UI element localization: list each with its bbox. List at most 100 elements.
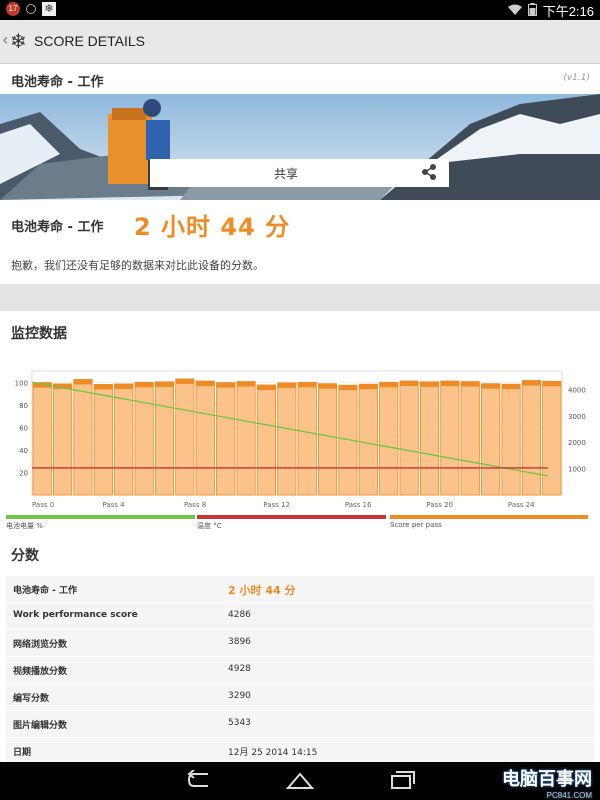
score-bar-cap <box>542 381 561 387</box>
score-bar-cap <box>399 381 419 387</box>
notice-text: 抱歉，我们还没有足够的数据来对比此设备的分数。 <box>11 259 264 272</box>
score-bar <box>419 381 440 496</box>
row-label: 图片编辑分数 <box>13 721 68 731</box>
back-chevron-icon[interactable]: ‹ <box>2 30 8 49</box>
result-row: 电池寿命 - 工作 2 小时 44 分 <box>0 200 600 247</box>
score-bar-cap <box>216 382 235 388</box>
share-label: 共享 <box>273 167 298 181</box>
score-bar-cap <box>298 382 317 388</box>
score-bar <box>501 383 521 496</box>
row-value: 4286 <box>228 610 251 620</box>
nav-back-icon[interactable] <box>186 769 214 795</box>
score-bar-cap <box>379 382 398 388</box>
right-axis-tick: 1000 <box>568 466 586 474</box>
row-label: 编写分数 <box>13 694 50 704</box>
legend-battery-bar <box>6 515 195 519</box>
result-label: 电池寿命 - 工作 <box>11 220 104 235</box>
score-bar <box>154 381 175 496</box>
score-bar-cap <box>359 384 378 390</box>
result-value: 2 小时 44 分 <box>134 213 291 241</box>
right-axis-tick: 3000 <box>568 413 586 421</box>
app-snowflake-icon: ❄ <box>42 2 56 16</box>
x-axis-tick: Pass 4 <box>102 501 125 509</box>
score-bar-cap <box>481 383 500 389</box>
score-bar <box>195 380 215 496</box>
score-bar <box>542 380 562 496</box>
scores-title: 分数 <box>11 548 39 564</box>
score-bar-cap <box>257 384 276 390</box>
x-axis-tick: Pass 16 <box>345 501 372 509</box>
score-bar <box>297 381 317 496</box>
score-bar <box>521 380 542 496</box>
wifi-icon <box>507 3 522 18</box>
scores-table: 电池寿命 - 工作 2 小时 44 分 Work performance sco… <box>6 575 594 764</box>
score-bar <box>481 383 501 496</box>
score-bar <box>399 380 419 496</box>
left-axis-tick: 40 <box>19 447 28 455</box>
score-bar-cap <box>236 381 256 387</box>
score-bar-cap <box>94 384 113 390</box>
score-bar-cap <box>420 381 439 387</box>
table-row: Work performance score 4286 <box>6 602 594 629</box>
score-bar <box>32 382 52 496</box>
score-bar-cap <box>277 382 296 388</box>
status-bar: 17 ❄ 下午2:16 <box>0 0 600 20</box>
table-row: 视频播放分数 4928 <box>6 656 594 683</box>
score-bar-cap <box>522 380 541 386</box>
score-bar <box>175 378 195 496</box>
x-axis-tick: Pass 20 <box>426 501 453 509</box>
legend-score-bar <box>390 515 588 519</box>
notification-badge: 17 <box>6 2 20 16</box>
watermark-url: PC841.COM <box>546 791 592 800</box>
table-row: 图片编辑分数 5343 <box>6 710 594 737</box>
score-bar-cap <box>501 384 521 390</box>
score-bar-cap <box>338 385 358 391</box>
score-bar <box>317 383 338 496</box>
score-bar-cap <box>73 379 93 385</box>
nav-bar: 电脑百事网 PC841.COM <box>0 762 600 800</box>
share-icon <box>421 164 437 184</box>
right-axis-tick: 4000 <box>568 386 586 394</box>
row-value: 12月 25 2014 14:15 <box>228 748 318 758</box>
legend-battery-label: 电池电量 % <box>6 522 43 530</box>
test-title: 电池寿命 - 工作 <box>11 75 104 90</box>
score-bar-cap <box>114 383 133 389</box>
score-bar <box>440 380 460 496</box>
notice-row: 抱歉，我们还没有足够的数据来对比此设备的分数。 <box>0 246 600 284</box>
battery-icon <box>527 2 537 19</box>
table-row: 电池寿命 - 工作 2 小时 44 分 <box>6 575 594 602</box>
test-version: (v1.1) <box>563 73 590 83</box>
row-label: 网络浏览分数 <box>13 640 68 650</box>
left-axis-tick: 60 <box>19 424 28 432</box>
share-button[interactable]: 共享 <box>150 159 449 187</box>
score-bar <box>93 384 113 496</box>
left-axis-tick: 80 <box>19 402 28 410</box>
score-bar <box>358 383 378 496</box>
row-label: Work performance score <box>13 610 138 620</box>
screen-title: SCORE DETAILS <box>34 33 145 49</box>
watermark: 电脑百事网 PC841.COM <box>502 765 592 800</box>
table-row: 网络浏览分数 3896 <box>6 629 594 656</box>
row-label: 日期 <box>13 748 32 758</box>
score-bar <box>236 381 256 496</box>
table-row: 日期 12月 25 2014 14:15 <box>6 737 594 764</box>
score-bar <box>379 381 399 496</box>
row-label: 视频播放分数 <box>13 667 68 677</box>
right-axis-tick: 2000 <box>568 439 586 447</box>
app-logo-icon[interactable]: ❄ <box>10 29 27 53</box>
score-bar-cap <box>318 383 337 389</box>
table-row: 编写分数 3290 <box>6 683 594 710</box>
left-axis-tick: 100 <box>15 379 28 387</box>
score-bar <box>216 382 236 496</box>
monitor-chart: 20 40 60 80 100 1000 2000 3000 4000 Pass 0 Pass 4 P… <box>6 365 594 535</box>
nav-home-icon[interactable] <box>285 770 315 795</box>
legend-temp-bar <box>197 515 386 519</box>
nav-recents-icon[interactable] <box>388 770 416 795</box>
row-label: 电池寿命 - 工作 <box>13 586 78 596</box>
monitor-title: 监控数据 <box>11 326 67 342</box>
score-bar-cap <box>134 382 154 388</box>
watermark-title: 电脑百事网 <box>502 769 592 789</box>
x-axis-tick: Pass 0 <box>32 501 54 509</box>
score-bar <box>277 382 297 496</box>
score-bar <box>256 384 277 496</box>
